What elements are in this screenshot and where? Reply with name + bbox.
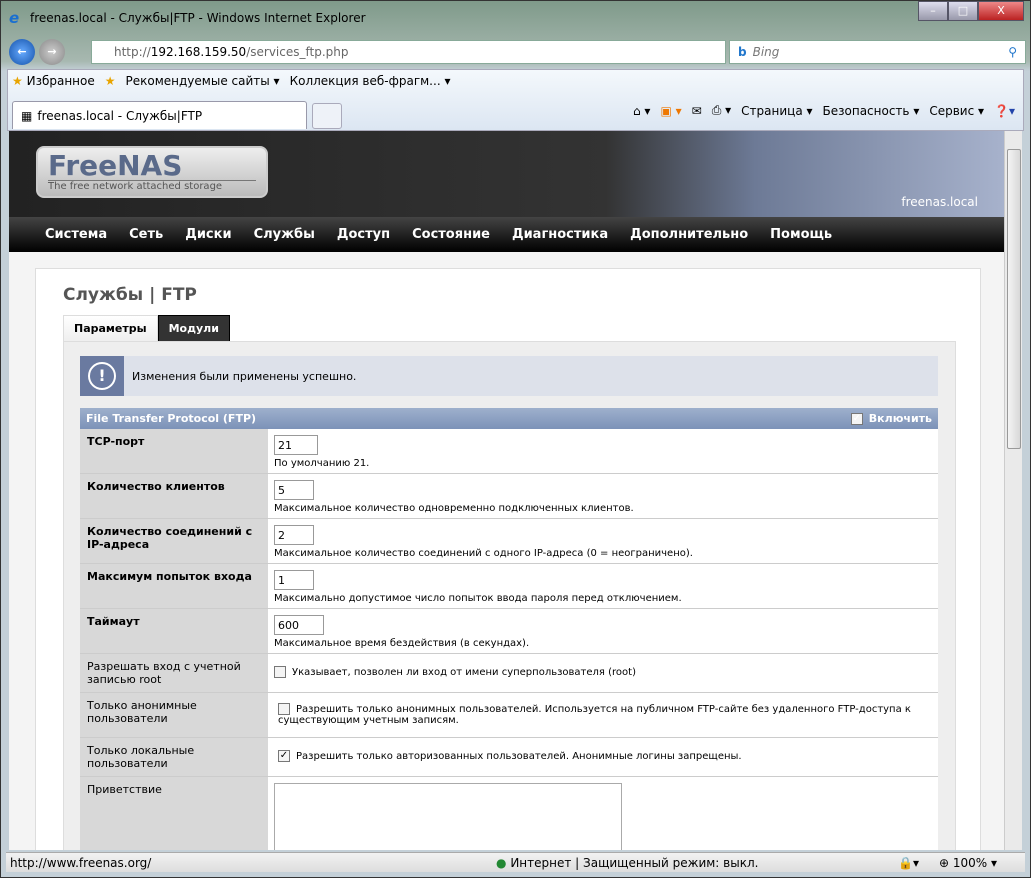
menu-status[interactable]: Состояние: [412, 227, 490, 242]
ftp-form: File Transfer Protocol (FTP) ✓ Включить T…: [80, 408, 938, 850]
field-label: TCP-порт: [80, 429, 268, 473]
field-hint: Максимально допустимое число попыток вво…: [274, 593, 682, 604]
favorites-button[interactable]: ★ Избранное: [12, 74, 95, 88]
field-label: Только анонимные пользователи: [80, 693, 268, 737]
timeout-input[interactable]: 600: [274, 615, 324, 635]
clients-input[interactable]: 5: [274, 480, 314, 500]
bing-icon: b: [738, 45, 747, 59]
success-message: ! Изменения были применены успешно.: [80, 356, 938, 396]
field-hint: Максимальное время бездействия (в секунд…: [274, 638, 530, 649]
field-label: Максимум попыток входа: [80, 564, 268, 608]
status-bar: http://www.freenas.org/ ● Интернет | Защ…: [6, 852, 1025, 872]
field-hint: Максимальное количество одновременно под…: [274, 503, 634, 514]
menu-services[interactable]: Службы: [254, 227, 315, 242]
search-input[interactable]: b Bing ⚲: [729, 40, 1026, 64]
menu-help[interactable]: Помощь: [770, 227, 832, 242]
maximize-button[interactable]: □: [948, 1, 978, 21]
url-host: 192.168.159.50: [150, 45, 247, 59]
tab-settings[interactable]: Параметры: [63, 315, 158, 342]
local-only-checkbox[interactable]: ✓: [278, 750, 290, 762]
tab-label: freenas.local - Службы|FTP: [37, 108, 203, 123]
close-button[interactable]: X: [978, 1, 1024, 21]
field-label: Количество соединений с IP-адреса: [80, 519, 268, 563]
mail-icon[interactable]: ✉: [692, 104, 702, 118]
field-hint: По умолчанию 21.: [274, 458, 370, 469]
enable-checkbox[interactable]: ✓ Включить: [850, 412, 932, 425]
field-hint: Максимальное количество соединений с одн…: [274, 548, 693, 559]
security-zone[interactable]: Интернет | Защищенный режим: выкл.: [510, 856, 758, 870]
forward-button[interactable]: →: [39, 39, 65, 65]
hostname: freenas.local: [901, 195, 978, 209]
protected-mode-icon[interactable]: 🔒▾: [898, 856, 919, 870]
greeting-textarea[interactable]: [274, 783, 622, 850]
field-label: Приветствие: [80, 777, 268, 850]
menu-advanced[interactable]: Дополнительно: [630, 227, 748, 242]
section-title: File Transfer Protocol (FTP): [86, 412, 257, 425]
root-login-checkbox[interactable]: [274, 666, 286, 678]
info-icon: !: [80, 356, 124, 396]
connections-per-ip-input[interactable]: 2: [274, 525, 314, 545]
scroll-thumb[interactable]: [1007, 149, 1021, 449]
zoom-control[interactable]: ⊕ 100% ▾: [939, 856, 997, 870]
favorites-label: Избранное: [26, 74, 95, 88]
fav-link-suggested[interactable]: Рекомендуемые сайты ▾: [126, 74, 280, 88]
print-icon[interactable]: ⎙ ▾: [712, 103, 731, 118]
menu-system[interactable]: Система: [45, 227, 107, 242]
fav-link-webslices[interactable]: Коллекция веб-фрагм... ▾: [290, 74, 451, 88]
login-attempts-input[interactable]: 1: [274, 570, 314, 590]
menu-disks[interactable]: Диски: [185, 227, 231, 242]
page-icon: ▦: [21, 108, 33, 123]
menu-access[interactable]: Доступ: [337, 227, 390, 242]
page-title: Службы | FTP: [63, 285, 197, 305]
minimize-button[interactable]: –: [918, 1, 948, 21]
anonymous-only-checkbox[interactable]: [278, 703, 290, 715]
message-text: Изменения были применены успешно.: [132, 369, 357, 383]
tab-modules[interactable]: Модули: [157, 315, 230, 342]
title-bar: e freenas.local - Службы|FTP - Windows I…: [9, 7, 366, 29]
safety-menu[interactable]: Безопасность ▾: [823, 104, 920, 118]
checkbox-text: Указывает, позволен ли вход от имени суп…: [292, 667, 636, 678]
logo-subtitle: The free network attached storage: [48, 180, 256, 192]
freenas-logo[interactable]: FreeNAS The free network attached storag…: [36, 146, 268, 198]
field-label: Разрешать вход с учетной записью root: [80, 654, 268, 692]
search-icon[interactable]: ⚲: [1008, 45, 1017, 59]
address-bar[interactable]: http://192.168.159.50/services_ftp.php ▾…: [91, 40, 822, 64]
field-label: Таймаут: [80, 609, 268, 653]
enable-label: Включить: [868, 412, 932, 425]
status-url: http://www.freenas.org/: [10, 855, 152, 870]
page-content: FreeNAS The free network attached storag…: [9, 131, 1004, 850]
zoom-level: 100%: [952, 855, 988, 870]
menu-diagnostics[interactable]: Диагностика: [512, 227, 608, 242]
star-icon: ★: [12, 74, 23, 88]
back-button[interactable]: ←: [9, 39, 35, 65]
checkbox-text: Разрешить только авторизованных пользова…: [296, 751, 742, 762]
main-menu: Система Сеть Диски Службы Доступ Состоян…: [9, 217, 1004, 252]
help-icon[interactable]: ❓▾: [994, 104, 1015, 118]
feeds-icon[interactable]: ▣ ▾: [660, 104, 681, 118]
vertical-scrollbar[interactable]: [1004, 131, 1022, 850]
new-tab-button[interactable]: [312, 103, 342, 129]
url-prefix: http://: [114, 45, 151, 59]
url-path: /services_ftp.php: [246, 45, 349, 59]
globe-icon: ●: [496, 855, 507, 870]
logo-text: FreeNAS: [48, 149, 183, 182]
window-title: freenas.local - Службы|FTP - Windows Int…: [30, 11, 366, 25]
field-label: Количество клиентов: [80, 474, 268, 518]
tab-current[interactable]: ▦ freenas.local - Службы|FTP: [12, 101, 307, 129]
field-label: Только локальные пользователи: [80, 738, 268, 776]
add-favorite-icon[interactable]: ★: [105, 74, 116, 88]
tcp-port-input[interactable]: 21: [274, 435, 318, 455]
page-menu[interactable]: Страница ▾: [741, 104, 812, 118]
menu-network[interactable]: Сеть: [129, 227, 163, 242]
checkbox-text: Разрешить только анонимных пользователей…: [278, 704, 911, 726]
home-icon[interactable]: ⌂ ▾: [633, 104, 650, 118]
ie-icon: e: [9, 9, 20, 27]
site-header: FreeNAS The free network attached storag…: [9, 131, 1004, 217]
tools-menu[interactable]: Сервис ▾: [929, 104, 984, 118]
search-placeholder: Bing: [752, 45, 780, 59]
